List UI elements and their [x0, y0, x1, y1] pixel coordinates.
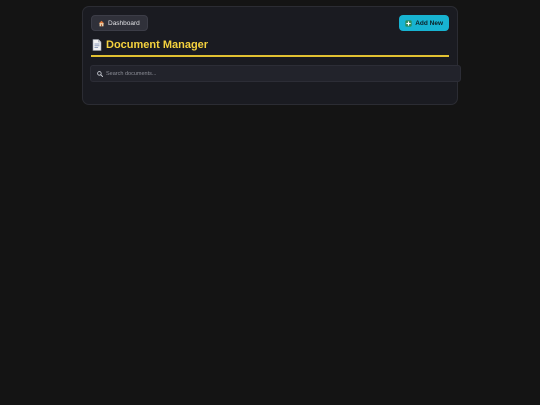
search-icon	[97, 70, 103, 77]
title-divider	[91, 55, 449, 57]
home-icon	[98, 20, 105, 27]
document-icon	[92, 39, 102, 51]
dashboard-button-label: Dashboard	[108, 19, 140, 27]
plus-icon	[405, 19, 412, 27]
add-new-button-label: Add New	[415, 19, 443, 27]
add-new-button[interactable]: Add New	[399, 15, 449, 31]
search-input[interactable]	[106, 70, 446, 77]
page-title: Document Manager	[92, 39, 208, 51]
search-bar[interactable]	[90, 65, 461, 82]
dashboard-button[interactable]: Dashboard	[91, 15, 148, 31]
document-manager-card: Dashboard Add New Document Manager	[82, 6, 461, 105]
page-title-text: Document Manager	[106, 39, 209, 51]
